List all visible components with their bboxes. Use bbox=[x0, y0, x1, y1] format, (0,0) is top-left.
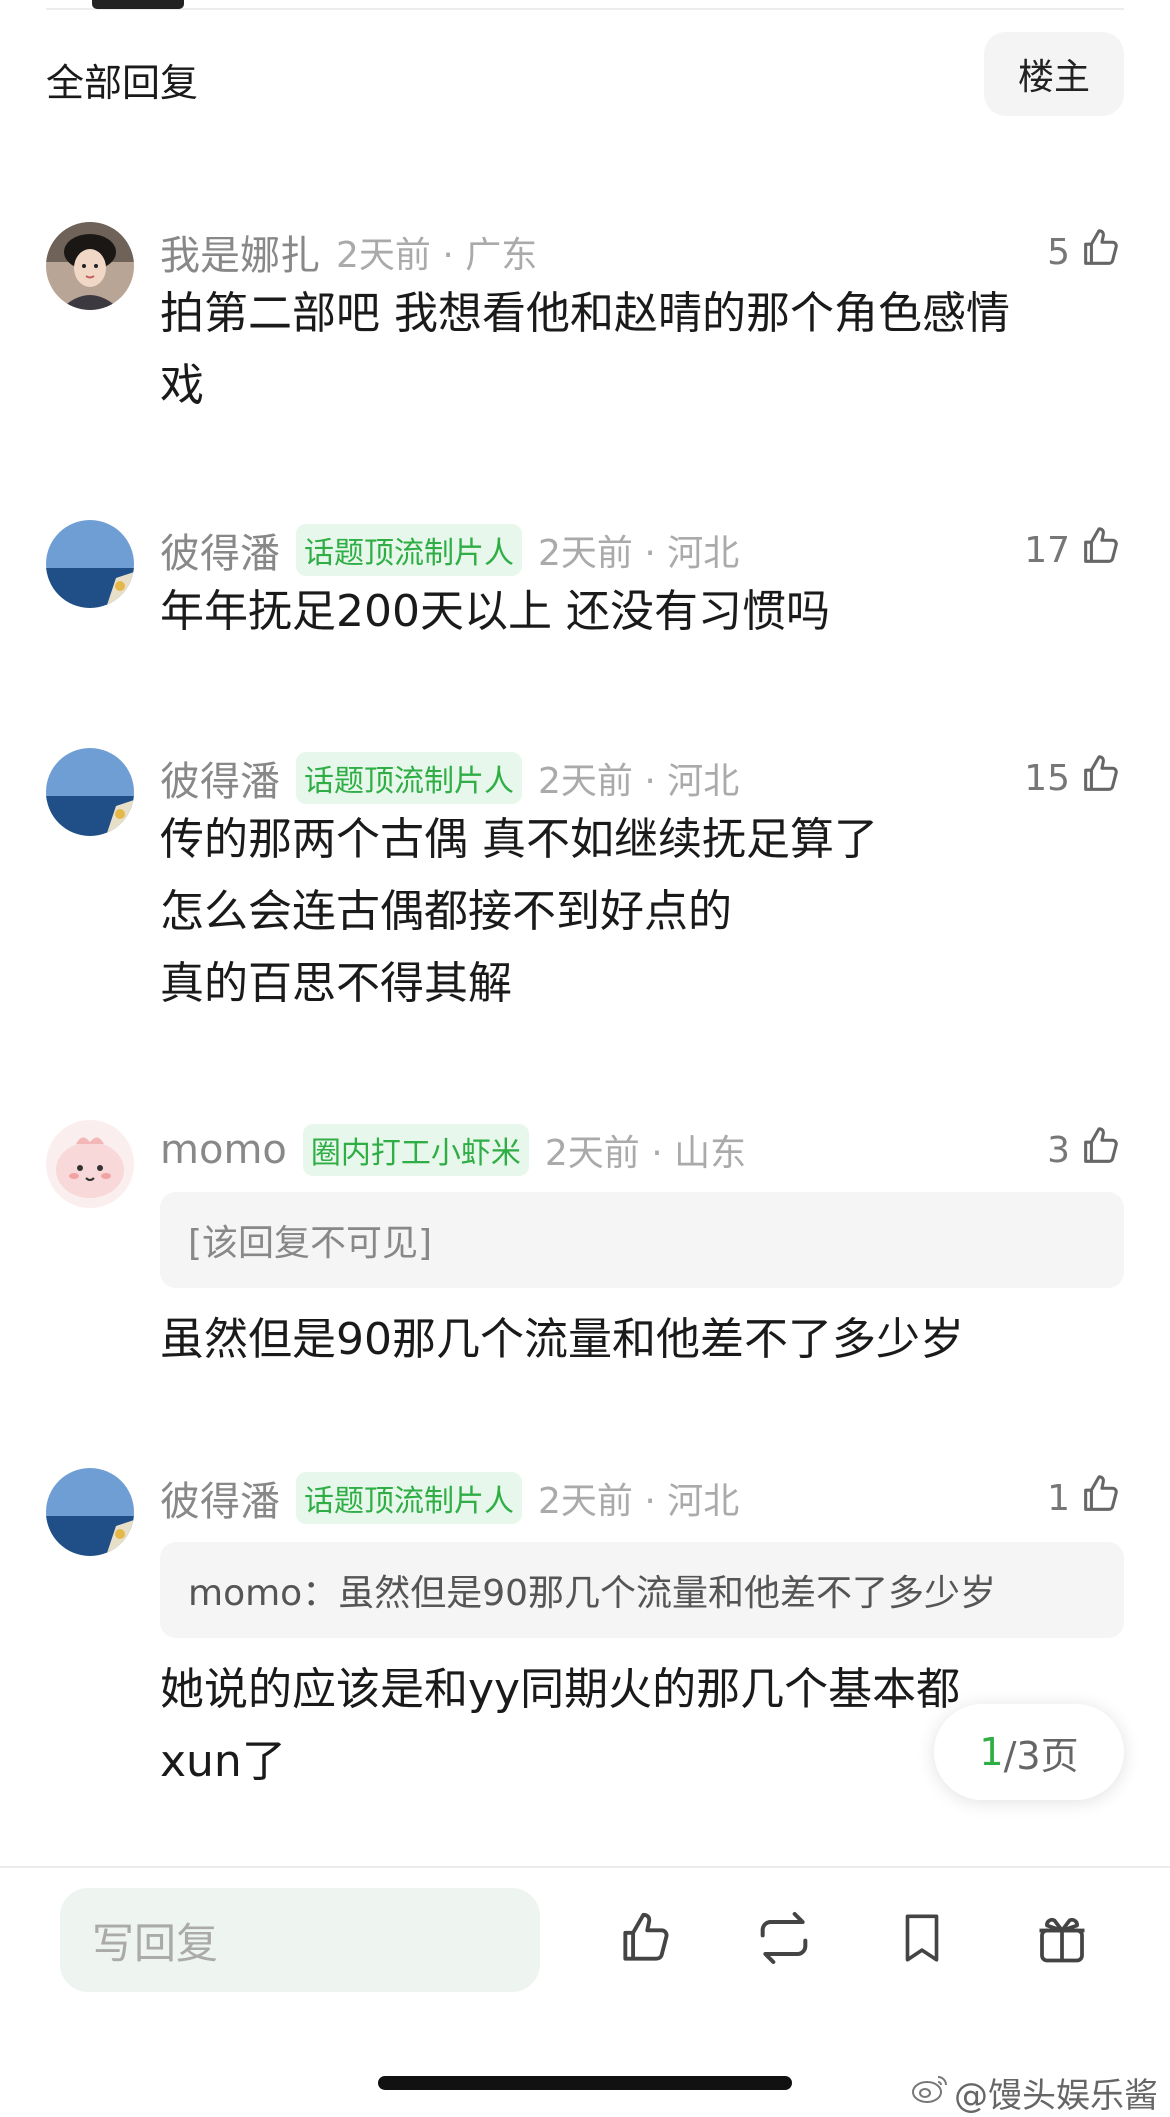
like-count: 15 bbox=[1024, 757, 1070, 799]
avatar[interactable] bbox=[46, 1120, 134, 1208]
comment-item: 我是娜扎 2天前 · 广东 5 拍第二部吧 我想看他和赵晴的那个角色感情 戏 bbox=[46, 222, 1124, 422]
thumbs-up-icon bbox=[1070, 751, 1124, 806]
quoted-reply[interactable]: [该回复不可见] bbox=[160, 1192, 1124, 1288]
comment-body: 虽然但是90那几个流量和他差不了多少岁 bbox=[160, 1304, 1124, 1376]
user-badge: 话题顶流制片人 bbox=[296, 1472, 522, 1524]
repost-button[interactable] bbox=[750, 1906, 818, 1974]
footer-divider bbox=[0, 1866, 1170, 1868]
bookmark-button[interactable] bbox=[888, 1906, 956, 1974]
reply-header: 全部回复 楼主 bbox=[46, 30, 1124, 120]
tab-indicator bbox=[92, 0, 184, 9]
user-badge: 话题顶流制片人 bbox=[296, 752, 522, 804]
thumbs-up-icon bbox=[1070, 225, 1124, 280]
like-count: 3 bbox=[1047, 1129, 1070, 1171]
timestamp-location: 2天前 · 河北 bbox=[538, 1481, 740, 1522]
comment-meta: 彼得潘 话题顶流制片人 2天前 · 河北 bbox=[160, 1468, 1124, 1528]
weibo-logo-icon bbox=[910, 2071, 950, 2114]
comment-meta: 彼得潘 话题顶流制片人 2天前 · 河北 bbox=[160, 520, 1124, 580]
comment-body: 传的那两个古偶 真不如继续抚足算了 怎么会连古偶都接不到好点的 真的百思不得其解 bbox=[160, 804, 1124, 1020]
gift-icon bbox=[1032, 1908, 1092, 1972]
comment-meta: momo 圈内打工小虾米 2天前 · 山东 bbox=[160, 1120, 1124, 1180]
comment-body: 年年抚足200天以上 还没有习惯吗 bbox=[160, 576, 1124, 648]
username[interactable]: 彼得潘 bbox=[160, 521, 280, 579]
timestamp-location: 2天前 · 山东 bbox=[544, 1133, 747, 1174]
total-pages: /3页 bbox=[1003, 1733, 1079, 1778]
like-button[interactable]: 5 bbox=[1047, 222, 1124, 282]
like-count: 1 bbox=[1047, 1477, 1070, 1519]
op-only-filter-button[interactable]: 楼主 bbox=[984, 32, 1124, 116]
comment-body: 拍第二部吧 我想看他和赵晴的那个角色感情 戏 bbox=[160, 278, 1124, 422]
quoted-reply[interactable]: momo：虽然但是90那几个流量和他差不了多少岁 bbox=[160, 1542, 1124, 1638]
page-indicator[interactable]: 1/3页 bbox=[934, 1704, 1124, 1800]
like-button[interactable]: 17 bbox=[1024, 520, 1124, 580]
username[interactable]: 彼得潘 bbox=[160, 1469, 280, 1527]
reply-input[interactable]: 写回复 bbox=[60, 1888, 540, 1992]
all-replies-title: 全部回复 bbox=[46, 61, 199, 105]
home-indicator bbox=[378, 2076, 792, 2090]
gift-button[interactable] bbox=[1028, 1906, 1096, 1974]
like-button[interactable]: 15 bbox=[1024, 748, 1124, 808]
comment-line: 拍第二部吧 我想看他和赵晴的那个角色感情 bbox=[160, 288, 1010, 339]
comment-meta: 我是娜扎 2天前 · 广东 bbox=[160, 222, 1124, 282]
user-badge: 圈内打工小虾米 bbox=[302, 1124, 529, 1176]
avatar[interactable] bbox=[46, 748, 134, 836]
comment-line: 戏 bbox=[160, 360, 204, 411]
comment-line: 年年抚足200天以上 还没有习惯吗 bbox=[160, 586, 830, 637]
timestamp-location: 2天前 · 广东 bbox=[336, 235, 538, 276]
comment-line: 怎么会连古偶都接不到好点的 bbox=[160, 886, 732, 937]
thumbs-up-icon bbox=[1070, 1471, 1124, 1526]
like-post-button[interactable] bbox=[612, 1906, 680, 1974]
username[interactable]: 我是娜扎 bbox=[160, 223, 320, 281]
username[interactable]: 彼得潘 bbox=[160, 749, 280, 807]
like-count: 17 bbox=[1024, 529, 1070, 571]
thumbs-up-icon bbox=[1070, 523, 1124, 578]
comment-item: 彼得潘 话题顶流制片人 2天前 · 河北 15 传的那两个古偶 真不如继续抚足算… bbox=[46, 748, 1124, 1028]
watermark-text: @馒头娱乐酱 bbox=[954, 2076, 1158, 2116]
user-badge: 话题顶流制片人 bbox=[296, 524, 522, 576]
top-divider bbox=[46, 8, 1124, 10]
like-count: 5 bbox=[1047, 231, 1070, 273]
thumbs-up-icon bbox=[1070, 1123, 1124, 1178]
comment-item: 彼得潘 话题顶流制片人 2天前 · 河北 17 年年抚足200天以上 还没有习惯… bbox=[46, 520, 1124, 660]
comment-line: 虽然但是90那几个流量和他差不了多少岁 bbox=[160, 1314, 964, 1365]
comment-meta: 彼得潘 话题顶流制片人 2天前 · 河北 bbox=[160, 748, 1124, 808]
like-button[interactable]: 1 bbox=[1047, 1468, 1124, 1528]
like-button[interactable]: 3 bbox=[1047, 1120, 1124, 1180]
current-page: 1 bbox=[979, 1730, 1004, 1774]
comment-line: 传的那两个古偶 真不如继续抚足算了 bbox=[160, 814, 878, 865]
bookmark-icon bbox=[893, 1908, 951, 1972]
avatar[interactable] bbox=[46, 520, 134, 608]
weibo-watermark: @馒头娱乐酱 bbox=[910, 2068, 1158, 2117]
avatar[interactable] bbox=[46, 1468, 134, 1556]
username[interactable]: momo bbox=[160, 1127, 287, 1173]
timestamp-location: 2天前 · 河北 bbox=[538, 761, 740, 802]
avatar[interactable] bbox=[46, 222, 134, 310]
comment-line: 真的百思不得其解 bbox=[160, 958, 512, 1009]
timestamp-location: 2天前 · 河北 bbox=[538, 533, 740, 574]
thumbs-up-icon bbox=[615, 1907, 677, 1973]
repost-icon bbox=[752, 1906, 816, 1974]
comment-item: momo 圈内打工小虾米 2天前 · 山东 3 [该回复不可见] 虽然但是90那… bbox=[46, 1120, 1124, 1380]
